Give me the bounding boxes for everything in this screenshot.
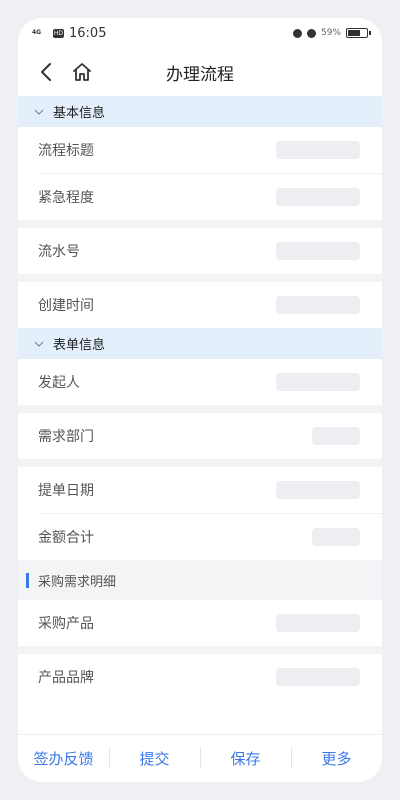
field-label: 产品品牌 xyxy=(38,670,94,686)
field-label: 发起人 xyxy=(38,375,80,391)
field-label: 创建时间 xyxy=(38,298,94,314)
field-value xyxy=(276,614,360,632)
field-value xyxy=(276,141,360,159)
status-time: 16:05 xyxy=(69,25,107,41)
field-label: 提单日期 xyxy=(38,483,94,499)
chevron-down-icon xyxy=(34,104,44,119)
subsection-title: 采购需求明细 xyxy=(38,574,117,590)
field-row[interactable]: 采购产品 xyxy=(18,600,382,646)
battery-percent: 59% xyxy=(320,28,341,38)
separator xyxy=(18,459,382,467)
field-label: 需求部门 xyxy=(38,429,94,445)
status-left: 4G HD 16:05 xyxy=(32,26,106,41)
chevron-down-icon xyxy=(34,336,44,351)
field-row[interactable]: 流水号 xyxy=(18,228,382,274)
field-label: 金额合计 xyxy=(38,530,94,546)
home-icon[interactable] xyxy=(68,58,96,86)
field-value xyxy=(312,427,360,445)
section-title: 基本信息 xyxy=(53,106,106,121)
feedback-button[interactable]: 签办反馈 xyxy=(18,748,109,769)
section-title: 表单信息 xyxy=(53,338,106,353)
battery-icon xyxy=(346,28,371,38)
navbar: 办理流程 xyxy=(18,48,382,96)
bottom-action-bar: 签办反馈 提交 保存 更多 xyxy=(18,734,382,782)
field-row[interactable]: 需求部门 xyxy=(18,413,382,459)
section-header-form[interactable]: 表单信息 xyxy=(18,328,382,359)
status-bar: 4G HD 16:05 59% xyxy=(18,18,382,48)
field-row[interactable]: 产品品牌 xyxy=(18,654,382,700)
field-value xyxy=(276,481,360,499)
hd-indicator: HD xyxy=(53,28,64,38)
field-value xyxy=(312,528,360,546)
back-icon[interactable] xyxy=(32,58,60,86)
separator xyxy=(18,274,382,282)
alarm-icon xyxy=(292,28,302,38)
field-label: 采购产品 xyxy=(38,616,94,632)
save-button[interactable]: 保存 xyxy=(200,748,291,769)
field-row[interactable]: 流程标题 xyxy=(18,127,382,173)
field-row[interactable]: 提单日期 xyxy=(18,467,382,513)
phone-screen: 4G HD 16:05 59% 办理流程 基本信息 流程标题 紧急程度 流水号 … xyxy=(18,18,382,782)
separator xyxy=(18,405,382,413)
field-value xyxy=(276,188,360,206)
field-row[interactable]: 创建时间 xyxy=(18,282,382,328)
field-row[interactable]: 发起人 xyxy=(18,359,382,405)
field-label: 流程标题 xyxy=(38,143,94,159)
mute-icon xyxy=(306,28,316,38)
section-header-basic[interactable]: 基本信息 xyxy=(18,96,382,127)
field-row[interactable]: 紧急程度 xyxy=(18,174,382,220)
field-value xyxy=(276,242,360,260)
submit-button[interactable]: 提交 xyxy=(109,748,200,769)
network-indicator: 4G xyxy=(32,29,42,36)
status-right: 59% xyxy=(292,28,371,38)
subsection-header-purchase: 采购需求明细 xyxy=(18,560,382,600)
field-value xyxy=(276,373,360,391)
field-row[interactable]: 金额合计 xyxy=(18,514,382,560)
separator xyxy=(18,646,382,654)
more-button[interactable]: 更多 xyxy=(291,748,382,769)
field-value xyxy=(276,668,360,686)
accent-bar xyxy=(26,572,29,588)
battery-fill xyxy=(348,30,360,36)
field-label: 流水号 xyxy=(38,244,80,260)
separator xyxy=(18,220,382,228)
field-label: 紧急程度 xyxy=(38,190,94,206)
field-value xyxy=(276,296,360,314)
